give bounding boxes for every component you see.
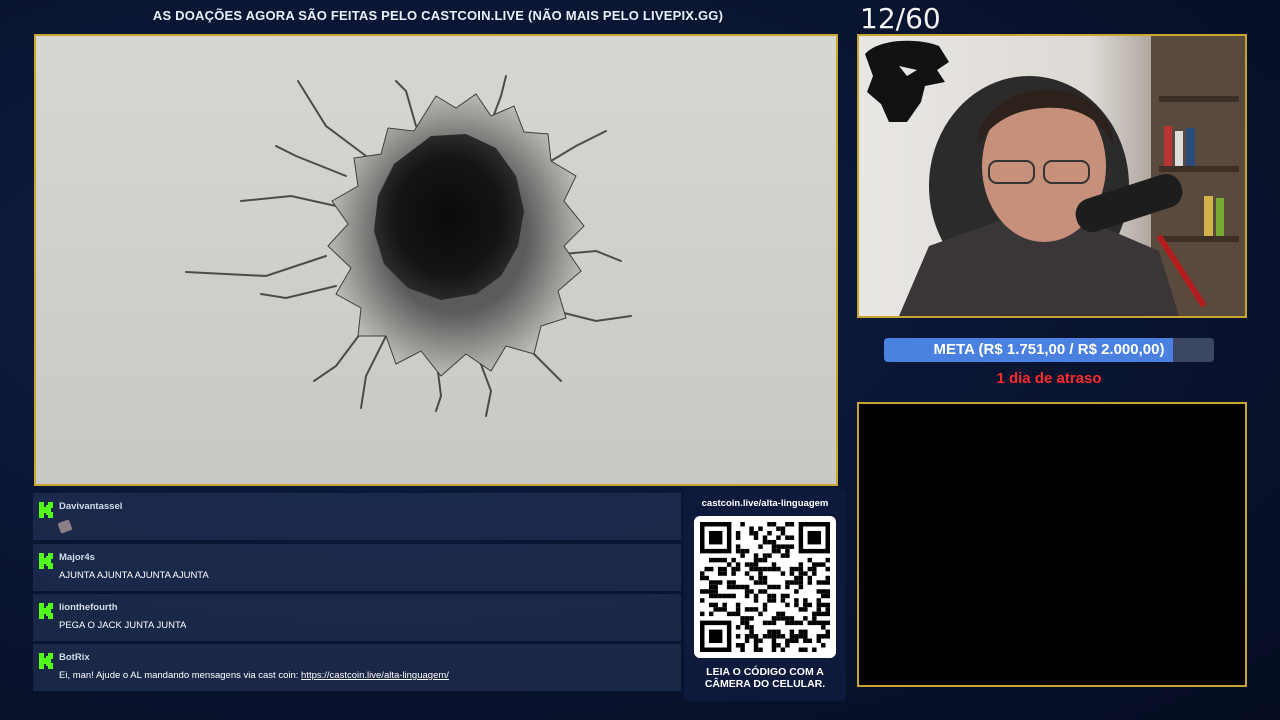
qr-donation-panel: castcoin.live/alta-linguagem LEIA O CÓDI… xyxy=(684,489,846,701)
empty-overlay-panel xyxy=(857,402,1247,687)
chat-text-body: Ei, man! Ajude o AL mandando mensagens v… xyxy=(59,670,302,681)
webcam-view xyxy=(857,34,1247,318)
chat-text xyxy=(57,519,681,535)
gameplay-view xyxy=(34,34,838,486)
chat-username: lionthefourth xyxy=(59,602,118,613)
donation-goal-bar: META (R$ 1.751,00 / R$ 2.000,00) xyxy=(884,338,1214,362)
chat-text: PEGA O JACK JUNTA JUNTA xyxy=(59,620,187,631)
chat-username: BotRix xyxy=(59,652,90,663)
chat-text: AJUNTA AJUNTA AJUNTA AJUNTA xyxy=(59,570,209,581)
qr-code xyxy=(694,516,836,658)
pickaxe-emote xyxy=(57,519,73,534)
qr-caption: LEIA O CÓDIGO COM A CÂMERA DO CELULAR. xyxy=(684,666,846,690)
chat-message: BotRix Ei, man! Ajude o AL mandando mens… xyxy=(33,644,681,691)
kick-icon xyxy=(39,502,53,518)
panther-logo-icon xyxy=(865,40,949,123)
donation-banner: AS DOAÇÕES AGORA SÃO FEITAS PELO CASTCOI… xyxy=(152,8,724,23)
kick-icon xyxy=(39,553,53,569)
qr-caption-line1: LEIA O CÓDIGO COM A xyxy=(706,666,824,678)
kick-icon xyxy=(39,653,53,669)
qr-url-label: castcoin.live/alta-linguagem xyxy=(701,498,829,509)
streamer-webcam-image xyxy=(865,36,1245,316)
chat-message: Davivantassel xyxy=(33,493,681,540)
castcoin-link[interactable]: https://castcoin.live/alta-linguagem/ xyxy=(301,670,449,681)
chat-username: Davivantassel xyxy=(59,501,123,512)
chat-panel: Davivantassel Major4s AJUNTA AJUNTA AJUN… xyxy=(33,493,681,693)
donation-goal-label: META (R$ 1.751,00 / R$ 2.000,00) xyxy=(933,341,1165,358)
chat-username: Major4s xyxy=(59,552,95,563)
wall-hole-image xyxy=(185,75,632,417)
kick-icon xyxy=(39,603,53,619)
qr-caption-line2: CÂMERA DO CELULAR. xyxy=(704,678,826,690)
chat-message: Major4s AJUNTA AJUNTA AJUNTA AJUNTA xyxy=(33,544,681,591)
chat-message: lionthefourth PEGA O JACK JUNTA JUNTA xyxy=(33,594,681,641)
qr-code-icon xyxy=(700,522,830,652)
episode-counter: 12/60 xyxy=(860,2,941,35)
delay-status: 1 dia de atraso xyxy=(996,370,1102,387)
chat-text: Ei, man! Ajude o AL mandando mensagens v… xyxy=(59,670,681,681)
